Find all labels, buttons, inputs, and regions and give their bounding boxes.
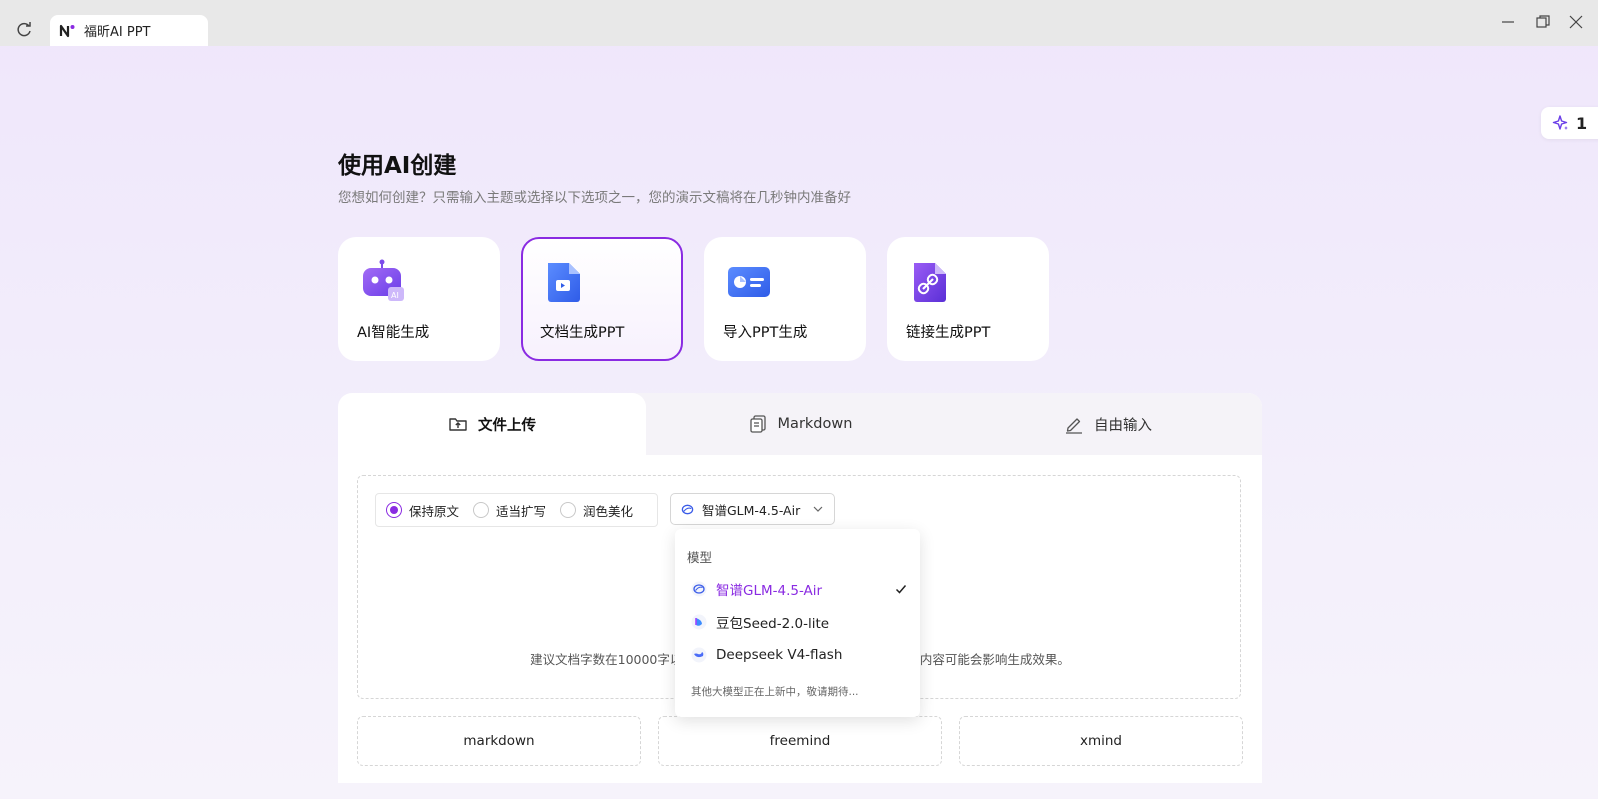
upload-hint-right: 体内容可能会影响生成效果。 [907, 652, 1070, 667]
title-bar: 福昕AI PPT [0, 0, 1598, 46]
refresh-icon[interactable] [14, 20, 34, 40]
svg-text:AI: AI [391, 291, 399, 300]
credits-count: 1 [1576, 113, 1588, 133]
mode-card-document[interactable]: 文档生成PPT [521, 237, 683, 361]
dropdown-header: 模型 [687, 550, 713, 565]
zhipu-logo-icon [681, 504, 694, 514]
page-title: 使用AI创建 [338, 153, 457, 179]
check-icon [895, 585, 907, 594]
dropdown-note: 其他大模型正在上新中，敬请期待... [691, 686, 859, 698]
mode-card-label: 导入PPT生成 [723, 325, 808, 341]
model-option-deepseek[interactable]: Deepseek V4-flash [691, 644, 911, 666]
page-subtitle: 您想如何创建？只需输入主题或选择以下选项之一，您的演示文稿将在几秒钟内准备好 [338, 190, 851, 206]
sparkle-icon [1552, 115, 1568, 130]
link-document-icon [914, 263, 946, 302]
tab-file-upload[interactable]: 文件上传 [338, 393, 646, 455]
model-option-label: 豆包Seed-2.0-lite [716, 616, 830, 632]
folder-upload-icon [449, 418, 467, 431]
minimize-icon[interactable] [1499, 13, 1517, 31]
model-select[interactable]: 智谱GLM-4.5-Air [670, 493, 835, 525]
model-dropdown: 模型 智谱GLM-4.5-Air 豆包Seed-2.0-lite Deepsee… [675, 529, 920, 717]
tab-markdown[interactable]: Markdown [646, 393, 954, 455]
radio-keep-original[interactable]: 保持原文 [386, 501, 459, 520]
mode-card-label: 文档生成PPT [540, 325, 625, 341]
model-option-glm[interactable]: 智谱GLM-4.5-Air [691, 578, 911, 600]
tab-label: Markdown [777, 416, 853, 432]
doubao-logo-icon [691, 614, 707, 630]
model-option-label: 智谱GLM-4.5-Air [716, 583, 823, 599]
app-logo-icon [59, 24, 75, 37]
mode-card-label: 链接生成PPT [906, 325, 991, 341]
tab-title: 福昕AI PPT [84, 25, 151, 40]
tab-label: 自由输入 [1094, 417, 1152, 434]
zhipu-logo-icon [691, 581, 707, 597]
presentation-icon [728, 267, 770, 297]
radio-button[interactable] [560, 502, 577, 518]
restore-icon[interactable] [1534, 13, 1552, 31]
browser-tab[interactable]: 福昕AI PPT [50, 15, 208, 46]
rewrite-options: 保持原文 适当扩写 润色美化 [375, 493, 658, 527]
tab-label: 文件上传 [478, 417, 536, 434]
credits-badge[interactable]: 1 [1541, 107, 1598, 139]
format-freemind-button[interactable]: freemind [658, 716, 942, 766]
format-xmind-button[interactable]: xmind [959, 716, 1243, 766]
model-option-doubao[interactable]: 豆包Seed-2.0-lite [691, 611, 911, 633]
radio-button[interactable] [473, 502, 490, 518]
radio-expand[interactable]: 适当扩写 [473, 501, 546, 520]
model-option-label: Deepseek V4-flash [716, 647, 843, 663]
radio-button[interactable] [386, 502, 402, 518]
upload-hint-left: 建议文档字数在10000字以 [530, 652, 683, 667]
document-icon [548, 263, 580, 302]
radio-label: 润色美化 [583, 503, 634, 519]
radio-label: 保持原文 [409, 503, 460, 519]
mode-card-label: AI智能生成 [357, 325, 430, 341]
robot-icon: AI [363, 259, 404, 301]
mode-card-import-ppt[interactable]: 导入PPT生成 [704, 237, 866, 361]
format-markdown-button[interactable]: markdown [357, 716, 641, 766]
tab-free-input[interactable]: 自由输入 [954, 393, 1262, 455]
chevron-down-icon [813, 506, 823, 512]
mode-card-ai[interactable]: AI AI智能生成 [338, 237, 500, 361]
model-select-value: 智谱GLM-4.5-Air [702, 502, 801, 518]
radio-label: 适当扩写 [496, 503, 547, 519]
deepseek-logo-icon [691, 647, 707, 663]
close-icon[interactable] [1567, 13, 1585, 31]
radio-polish[interactable]: 润色美化 [560, 501, 633, 520]
mode-card-link[interactable]: 链接生成PPT [887, 237, 1049, 361]
copy-document-icon [749, 415, 766, 433]
pen-icon [1066, 418, 1082, 434]
input-tabs: 文件上传 Markdown 自由输入 [338, 393, 1262, 455]
